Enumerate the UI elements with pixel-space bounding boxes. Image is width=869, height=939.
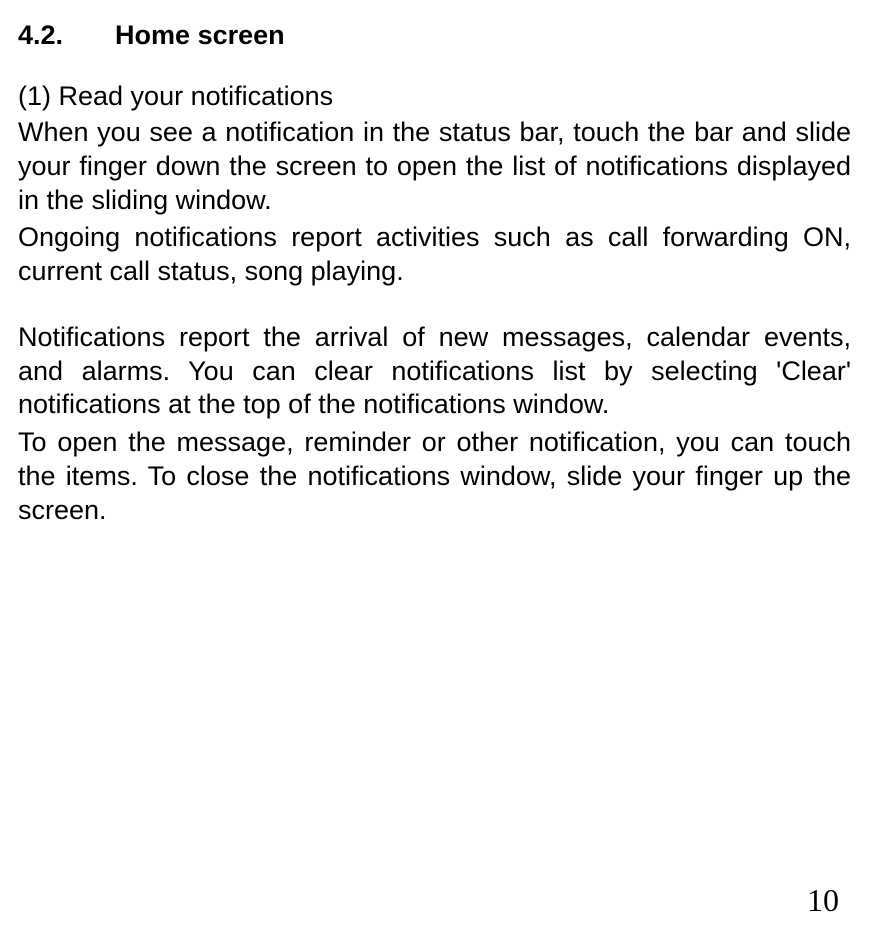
body-paragraph-2: Ongoing notifications report activities … [18,221,851,289]
body-paragraph-3: Notifications report the arrival of new … [18,321,851,422]
subsection-heading: (1) Read your notifications [18,81,851,112]
body-paragraph-1: When you see a notification in the statu… [18,116,851,217]
section-number: 4.2. [18,20,63,51]
section-title: Home screen [115,20,285,50]
body-paragraph-4: To open the message, reminder or other n… [18,426,851,527]
section-heading: 4.2. Home screen [18,20,851,51]
page-number: 10 [807,882,839,919]
